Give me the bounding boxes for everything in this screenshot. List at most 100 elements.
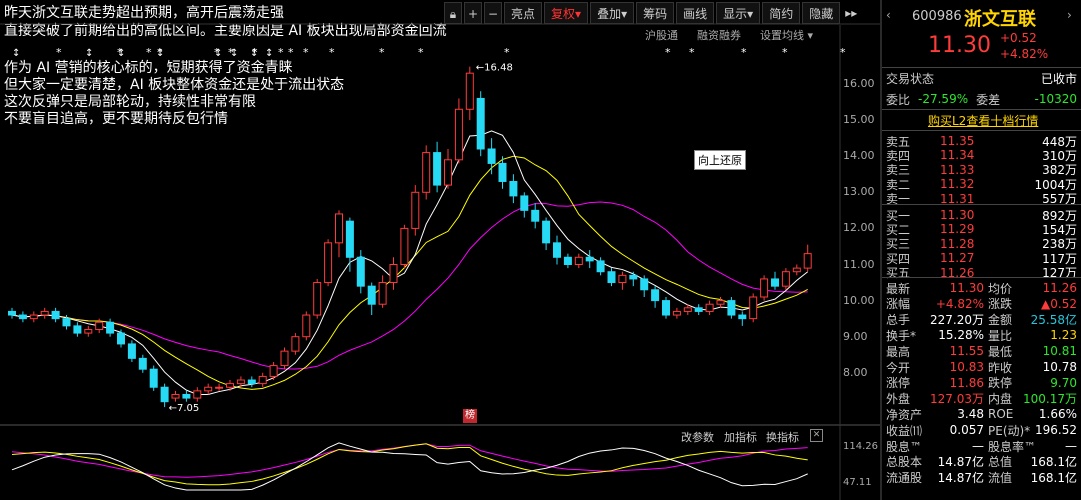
event-marker: ↕: [250, 48, 258, 59]
candle-body: [8, 310, 16, 316]
edit-params-tab[interactable]: 改参数: [681, 429, 714, 445]
stat-value: 14.87亿: [937, 455, 984, 470]
buy-l2-link[interactable]: 购买L2查看十档行情: [928, 112, 1038, 129]
stat-label: 收益⑾: [886, 423, 923, 438]
candle-body: [716, 300, 725, 305]
candle-body: [313, 282, 322, 316]
candle-body: [247, 379, 256, 385]
stat-row: 总股本 14.87亿 总值 168.1亿: [886, 454, 1077, 470]
stat-label: 流值: [988, 471, 1013, 486]
candle-body: [127, 343, 136, 359]
stat-label: PE(动)*: [988, 423, 1031, 438]
stat-row: 收益⑾ 0.057 PE(动)* 196.52: [886, 422, 1077, 438]
stat-label: 总值: [988, 455, 1013, 470]
candle-body: [781, 271, 790, 287]
candle-body: [215, 386, 224, 389]
candle-body: [771, 278, 779, 287]
candle-body: [182, 393, 191, 399]
candle-body: [193, 390, 202, 399]
candle-body: [117, 332, 125, 345]
event-marker: *: [418, 46, 424, 59]
stat-label: 总股本: [886, 455, 923, 470]
event-marker: *: [146, 46, 152, 59]
candle-body: [356, 256, 365, 287]
candle-body: [18, 314, 27, 320]
book-price: 11.29: [940, 222, 975, 237]
candle-body: [553, 242, 561, 258]
stat-value: —: [972, 439, 984, 453]
trade-status-value: 已收市: [1040, 71, 1077, 86]
candle-body: [73, 325, 82, 334]
order-diff-value: -10320: [1034, 92, 1077, 106]
bid-row[interactable]: 买五 11.26 127万: [886, 265, 1077, 281]
event-marker: *: [840, 46, 846, 59]
candle-body: [596, 260, 605, 273]
rank-badge[interactable]: 榜: [463, 409, 477, 423]
stat-value: 196.52: [1035, 423, 1077, 438]
stat-label: 量比: [988, 328, 1013, 343]
candle-body: [585, 256, 594, 262]
switch-indicator-tab[interactable]: 换指标: [766, 429, 799, 445]
event-marker: *: [741, 46, 747, 59]
candle-body: [95, 321, 104, 330]
stat-value: 15.28%: [938, 328, 984, 343]
candle-body: [498, 162, 507, 182]
order-ratio-row: 委比 -27.59% 委差 -10320: [886, 91, 1077, 107]
candle-body: [367, 285, 376, 305]
indicator-line: [11, 442, 808, 491]
candle-body: [258, 375, 267, 385]
candle-body: [651, 289, 660, 302]
candle-body: [378, 282, 387, 305]
close-icon[interactable]: ✕: [810, 429, 823, 442]
trade-status-row: 交易状态 已收市: [886, 70, 1077, 86]
stat-row: 换手* 15.28% 量比 1.23: [886, 327, 1077, 343]
stat-row: 涨停 11.86 跌停 9.70: [886, 375, 1077, 391]
stat-label: 总手: [886, 313, 911, 328]
stat-label: 涨幅: [886, 297, 911, 312]
stock-code: 600986: [912, 9, 962, 24]
stat-value: 25.58亿: [1030, 313, 1077, 328]
stat-value: 100.17万: [1023, 392, 1077, 407]
event-marker: *: [288, 46, 294, 59]
candle-body: [226, 383, 234, 388]
stat-label: 昨收: [988, 360, 1013, 375]
add-indicator-tab[interactable]: 加指标: [724, 429, 757, 445]
stat-row: 流通股 14.87亿 流值 168.1亿: [886, 470, 1077, 486]
candle-body: [531, 209, 540, 222]
price-change: +0.52: [1000, 31, 1037, 45]
candle-body: [618, 274, 627, 284]
stat-row: 股息™ — 股息率™ —: [886, 438, 1077, 454]
candle-body: [40, 310, 49, 316]
stat-value: 1.66%: [1038, 407, 1077, 422]
price-axis-tick: 13.00: [843, 185, 875, 199]
event-marker: ↕: [12, 48, 20, 59]
candle-body: [803, 253, 812, 269]
candle-body: [476, 97, 485, 150]
candle-body: [335, 213, 343, 244]
stat-value: 0.057: [949, 423, 984, 438]
stat-value: 11.55: [949, 344, 984, 359]
stat-label: ROE: [988, 407, 1014, 422]
stat-label: 内盘: [988, 392, 1013, 407]
book-price: 11.32: [940, 177, 975, 192]
low-price-label: ←7.05: [169, 403, 200, 414]
stat-row: 最高 11.55 最低 10.81: [886, 343, 1077, 359]
stat-value: 11.26: [1042, 281, 1077, 295]
candle-body: [465, 72, 474, 110]
stat-label: 最新: [886, 281, 911, 296]
candle-body: [454, 108, 463, 161]
stat-label: 流通股: [886, 471, 923, 486]
candle-body: [509, 180, 518, 197]
event-marker: *: [689, 46, 695, 59]
event-marker: *: [303, 46, 309, 59]
stat-label: 涨跌: [988, 297, 1013, 312]
chevron-left-icon[interactable]: ‹: [886, 8, 891, 22]
event-marker: *: [379, 46, 385, 59]
price-axis-tick: 8.00: [843, 365, 868, 379]
quote-panel: ‹ 600986 浙文互联 › 11.30 +0.52 +4.82% 交易状态 …: [882, 0, 1081, 500]
candle-body: [302, 314, 311, 338]
stat-value: 9.70: [1050, 375, 1077, 390]
candlestick-chart[interactable]: * * * * * * * * * * * * * * * * * * *↕ ↕ ↕ ↕ ↕ ↕ ↕ ↕←16.48←7.05: [0, 0, 880, 500]
chevron-right-icon[interactable]: ›: [1067, 8, 1072, 22]
candle-body: [324, 242, 333, 284]
